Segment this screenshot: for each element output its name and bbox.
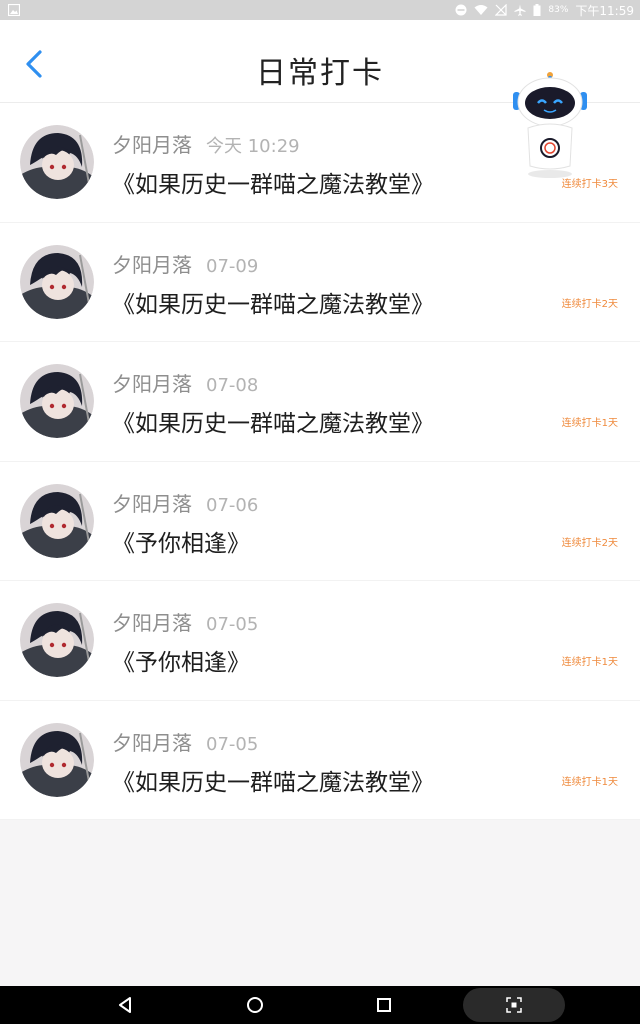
record-meta: 夕阳月落 07-09 bbox=[112, 249, 258, 278]
checkin-date: 07-05 bbox=[206, 733, 259, 755]
do-not-disturb-icon bbox=[455, 4, 467, 16]
wifi-icon bbox=[474, 5, 488, 15]
checkin-row[interactable]: 夕阳月落 07-05 《予你相逢》 连续打卡1天 bbox=[0, 581, 640, 701]
checkin-date: 07-08 bbox=[206, 375, 259, 396]
record-meta: 夕阳月落 07-06 bbox=[112, 488, 258, 517]
checkin-date: 07-06 bbox=[206, 494, 259, 516]
nav-recents-icon[interactable] bbox=[373, 994, 395, 1016]
no-signal-icon bbox=[495, 4, 507, 16]
robot-mascot-icon[interactable] bbox=[508, 70, 592, 182]
battery-icon bbox=[533, 4, 541, 16]
clock: 下午11:59 bbox=[575, 3, 634, 18]
user-avatar[interactable] bbox=[20, 244, 94, 319]
screenshot-pill[interactable] bbox=[463, 988, 565, 1022]
user-avatar[interactable] bbox=[20, 125, 94, 199]
user-name: 夕阳月落 bbox=[112, 133, 192, 157]
streak-badge: 连续打卡1天 bbox=[561, 657, 618, 668]
book-title[interactable]: 《如果历史一群喵之魔法教堂》 bbox=[112, 285, 434, 319]
user-avatar[interactable] bbox=[20, 722, 94, 797]
user-name: 夕阳月落 bbox=[112, 372, 192, 396]
streak-badge: 连续打卡2天 bbox=[561, 298, 618, 310]
system-nav-bar bbox=[0, 986, 640, 1024]
book-title[interactable]: 《予你相逢》 bbox=[112, 643, 250, 677]
user-name: 夕阳月落 bbox=[112, 252, 192, 277]
user-name: 夕阳月落 bbox=[112, 491, 192, 516]
nav-home-icon[interactable] bbox=[244, 994, 266, 1016]
scan-icon bbox=[506, 997, 522, 1013]
record-meta: 夕阳月落 今天 10:29 bbox=[112, 129, 300, 158]
user-avatar[interactable] bbox=[20, 364, 94, 438]
checkin-row[interactable]: 夕阳月落 07-08 《如果历史一群喵之魔法教堂》 连续打卡1天 bbox=[0, 342, 640, 462]
record-meta: 夕阳月落 07-05 bbox=[112, 607, 258, 636]
checkin-list: 夕阳月落 今天 10:29 《如果历史一群喵之魔法教堂》 连续打卡3天 夕阳月落 0… bbox=[0, 103, 640, 820]
battery-percent: 83% bbox=[548, 5, 569, 15]
book-title[interactable]: 《予你相逢》 bbox=[112, 524, 250, 558]
streak-badge: 连续打卡1天 bbox=[561, 418, 618, 429]
checkin-date: 今天 10:29 bbox=[206, 136, 300, 157]
checkin-date: 07-09 bbox=[206, 255, 259, 277]
record-meta: 夕阳月落 07-05 bbox=[112, 727, 258, 756]
user-avatar[interactable] bbox=[20, 603, 94, 677]
record-meta: 夕阳月落 07-08 bbox=[112, 368, 258, 397]
gallery-notification-icon bbox=[8, 4, 20, 16]
streak-badge: 连续打卡1天 bbox=[561, 776, 618, 788]
user-name: 夕阳月落 bbox=[112, 730, 192, 755]
checkin-date: 07-05 bbox=[206, 614, 259, 635]
nav-back-icon[interactable] bbox=[114, 994, 136, 1016]
airplane-mode-icon bbox=[514, 4, 526, 16]
user-avatar[interactable] bbox=[20, 483, 94, 558]
checkin-row[interactable]: 夕阳月落 07-05 《如果历史一群喵之魔法教堂》 连续打卡1天 bbox=[0, 701, 640, 820]
status-icons: 83% 下午11:59 bbox=[455, 0, 634, 20]
user-name: 夕阳月落 bbox=[112, 611, 192, 635]
streak-badge: 连续打卡2天 bbox=[561, 537, 618, 549]
book-title[interactable]: 《如果历史一群喵之魔法教堂》 bbox=[112, 404, 434, 438]
book-title[interactable]: 《如果历史一群喵之魔法教堂》 bbox=[112, 165, 434, 199]
checkin-row[interactable]: 夕阳月落 07-06 《予你相逢》 连续打卡2天 bbox=[0, 462, 640, 581]
checkin-row[interactable]: 夕阳月落 07-09 《如果历史一群喵之魔法教堂》 连续打卡2天 bbox=[0, 223, 640, 342]
status-bar: 83% 下午11:59 bbox=[0, 0, 640, 20]
book-title[interactable]: 《如果历史一群喵之魔法教堂》 bbox=[112, 763, 434, 797]
